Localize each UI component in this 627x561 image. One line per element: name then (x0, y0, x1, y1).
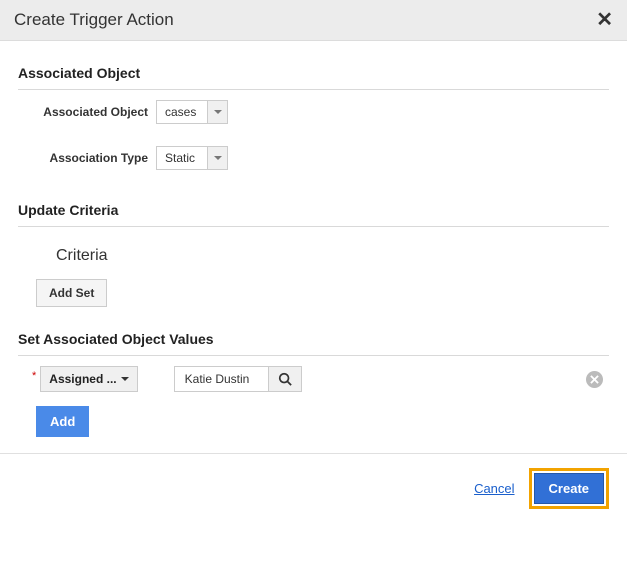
close-icon[interactable]: ✕ (596, 10, 613, 30)
close-icon (590, 375, 599, 384)
divider (18, 89, 609, 90)
divider (18, 226, 609, 227)
divider (18, 355, 609, 356)
create-button[interactable]: Create (534, 473, 604, 504)
associated-object-label: Associated Object (36, 105, 156, 119)
required-indicator: * (32, 370, 36, 382)
section-update-criteria: Update Criteria (18, 192, 609, 226)
search-button[interactable] (268, 366, 302, 392)
section-associated-object: Associated Object (18, 55, 609, 89)
dialog-title: Create Trigger Action (14, 10, 174, 30)
associated-object-select[interactable]: cases (156, 100, 228, 124)
cancel-link[interactable]: Cancel (474, 481, 514, 496)
dialog-footer: Cancel Create (0, 454, 627, 523)
value-input[interactable] (174, 366, 268, 392)
chevron-down-icon (121, 377, 129, 381)
remove-row-button[interactable] (586, 371, 603, 388)
section-set-values: Set Associated Object Values (18, 321, 609, 355)
value-assignment-row: * Assigned ... (18, 366, 609, 392)
create-highlight: Create (529, 468, 609, 509)
association-type-select[interactable]: Static (156, 146, 228, 170)
select-value: cases (157, 101, 207, 123)
field-select[interactable]: Assigned ... (40, 366, 137, 392)
add-button[interactable]: Add (36, 406, 89, 437)
chevron-down-icon (207, 147, 227, 169)
dialog-body: Associated Object Associated Object case… (0, 41, 627, 453)
association-type-row: Association Type Static (18, 146, 609, 170)
field-select-label: Assigned ... (49, 372, 116, 386)
dialog-header: Create Trigger Action ✕ (0, 0, 627, 41)
chevron-down-icon (207, 101, 227, 123)
associated-object-row: Associated Object cases (18, 100, 609, 124)
create-trigger-dialog: Create Trigger Action ✕ Associated Objec… (0, 0, 627, 523)
association-type-label: Association Type (36, 151, 156, 165)
search-icon (278, 372, 292, 386)
add-set-button[interactable]: Add Set (36, 279, 107, 307)
criteria-heading: Criteria (18, 237, 609, 279)
select-value: Static (157, 147, 207, 169)
